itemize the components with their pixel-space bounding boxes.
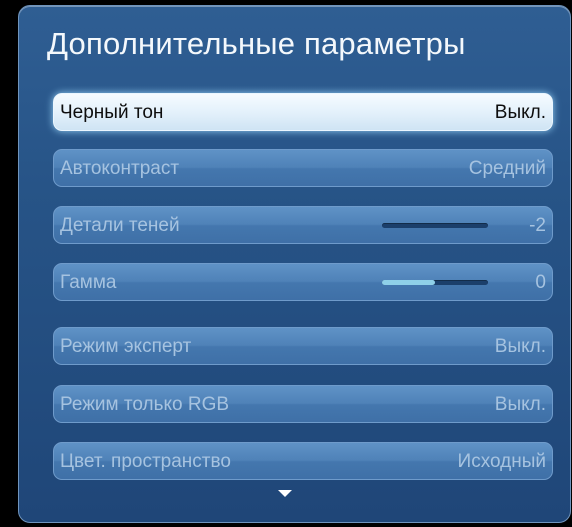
menu-item-label: Режим только RGB	[60, 394, 230, 415]
chevron-down-icon[interactable]	[278, 490, 292, 497]
menu-item-label: Гамма	[60, 272, 117, 293]
menu-item-value: Средний	[468, 158, 546, 179]
menu-item-label: Черный тон	[60, 102, 164, 123]
menu-item-auto-contrast[interactable]: Автоконтраст Средний	[53, 149, 553, 187]
menu-item-value: 0	[535, 272, 546, 293]
menu-title: Дополнительные параметры	[47, 26, 466, 61]
menu-item-gamma[interactable]: Гамма 0	[53, 263, 553, 301]
menu-item-black-tone[interactable]: Черный тон Выкл.	[53, 93, 553, 131]
menu-item-shadow-detail[interactable]: Детали теней -2	[53, 206, 553, 244]
menu-item-label: Детали теней	[60, 215, 180, 236]
advanced-settings-panel: Дополнительные параметры Черный тон Выкл…	[18, 5, 571, 523]
shadow-detail-slider[interactable]	[382, 223, 488, 228]
menu-item-rgb-only-mode[interactable]: Режим только RGB Выкл.	[53, 385, 553, 423]
menu-item-value: Выкл.	[494, 336, 546, 357]
gamma-slider[interactable]	[382, 280, 488, 285]
menu-item-label: Автоконтраст	[60, 158, 180, 179]
menu-item-label: Режим эксперт	[60, 336, 192, 357]
menu-item-expert-mode[interactable]: Режим эксперт Выкл.	[53, 327, 553, 365]
slider-fill	[382, 280, 435, 285]
menu-item-value: Выкл.	[494, 102, 546, 123]
menu-item-value: Выкл.	[494, 394, 546, 415]
menu-item-value: -2	[529, 215, 546, 236]
menu-item-color-space[interactable]: Цвет. пространство Исходный	[53, 442, 553, 480]
menu-item-value: Исходный	[457, 451, 546, 472]
menu-item-label: Цвет. пространство	[60, 451, 231, 472]
